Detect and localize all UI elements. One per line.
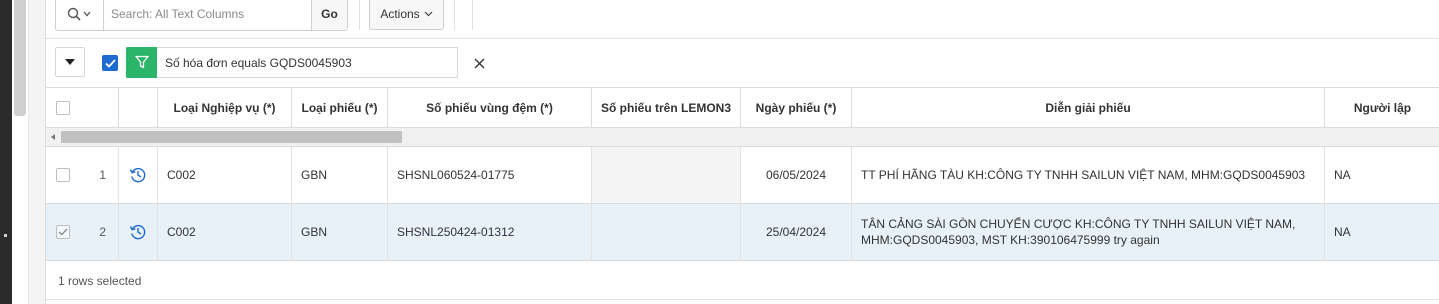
cell-so-phieu-lemon3[interactable]	[592, 204, 741, 260]
table-row[interactable]: 1 C002 GBN SHSNL060524-01775 06/05/2024 …	[46, 147, 1439, 204]
actions-menu-button[interactable]: Actions	[369, 0, 444, 30]
filter-enable-checkbox[interactable]	[102, 55, 118, 71]
cell-dien-giai-phieu[interactable]: TÂN CẢNG SÀI GÒN CHUYỂN CƯỢC KH:CÔNG TY …	[852, 204, 1325, 260]
row-action-cell	[119, 204, 158, 260]
cell-ngay-phieu[interactable]: 25/04/2024	[741, 204, 852, 260]
cell-so-phieu-vung-dem[interactable]: SHSNL250424-01312	[388, 204, 592, 260]
row-action-cell	[119, 147, 158, 203]
cell-loai-phieu[interactable]: GBN	[292, 204, 388, 260]
history-icon[interactable]	[129, 166, 147, 184]
cell-dien-giai-phieu[interactable]: TT PHÍ HÃNG TÀU KH:CÔNG TY TNHH SAILUN V…	[852, 147, 1325, 203]
cell-nguoi-lap[interactable]: NA	[1325, 204, 1439, 260]
strip-marker	[4, 234, 7, 237]
grid-header: Loại Nghiệp vụ (*) Loại phiếu (*) Số phi…	[46, 88, 1439, 128]
row-select-cell	[46, 147, 82, 203]
remove-filter-button[interactable]	[470, 54, 488, 72]
column-header-dien-giai-phieu[interactable]: Diễn giải phiếu	[852, 88, 1325, 127]
filter-icon	[134, 55, 149, 69]
header-action-column	[119, 88, 158, 127]
cell-loai-phieu[interactable]: GBN	[292, 147, 388, 203]
cell-loai-nghiep-vu[interactable]: C002	[158, 204, 292, 260]
actions-label: Actions	[380, 6, 420, 21]
search-icon	[67, 7, 90, 21]
filter-chip[interactable]: Số hóa đơn equals GQDS0045903	[126, 46, 458, 78]
cell-so-phieu-lemon3[interactable]	[592, 147, 741, 203]
cell-so-phieu-vung-dem[interactable]: SHSNL060524-01775	[388, 147, 592, 203]
vertical-scrollbar[interactable]	[12, 0, 29, 304]
search-group: Go	[55, 0, 348, 31]
cell-ngay-phieu[interactable]: 06/05/2024	[741, 147, 852, 203]
select-all-cell	[46, 88, 118, 127]
caret-down-icon	[65, 59, 75, 65]
checkmark-icon	[58, 228, 68, 236]
column-header-ngay-phieu[interactable]: Ngày phiếu (*)	[741, 88, 852, 127]
search-input[interactable]	[104, 0, 311, 30]
toolbar-divider	[472, 0, 473, 30]
left-dark-strip	[0, 0, 12, 304]
selection-count: 1 rows selected	[58, 273, 142, 288]
go-button[interactable]: Go	[311, 0, 347, 30]
search-column-chooser[interactable]	[56, 0, 104, 30]
row-number: 1	[82, 147, 119, 203]
collapse-filters-button[interactable]	[55, 47, 85, 77]
filter-icon-box	[126, 46, 157, 78]
column-header-loai-phieu[interactable]: Loại phiếu (*)	[292, 88, 388, 127]
row-select-cell	[46, 204, 82, 260]
column-header-so-phieu-vung-dem[interactable]: Số phiếu vùng đệm (*)	[388, 88, 592, 127]
filter-text: Số hóa đơn equals GQDS0045903	[165, 55, 352, 70]
cell-nguoi-lap[interactable]: NA	[1325, 147, 1439, 203]
row-checkbox[interactable]	[56, 168, 70, 182]
column-header-so-phieu-lemon3[interactable]: Số phiếu trên LEMON3	[592, 88, 741, 127]
cell-loai-nghiep-vu[interactable]: C002	[158, 147, 292, 203]
column-header-loai-nghiep-vu[interactable]: Loại Nghiệp vụ (*)	[158, 88, 292, 127]
grid-toolbar: Go Actions	[46, 0, 1439, 39]
checkmark-icon	[104, 58, 116, 68]
page-gutter	[29, 0, 45, 304]
row-checkbox[interactable]	[56, 225, 70, 239]
column-header-nguoi-lap[interactable]: Người lập	[1325, 88, 1439, 127]
table-row[interactable]: 2 C002 GBN SHSNL250424-01312 25/04/2024 …	[46, 204, 1439, 261]
grid-footer: 1 rows selected	[46, 262, 1439, 300]
select-all-checkbox[interactable]	[56, 100, 70, 115]
horizontal-scrollbar[interactable]	[46, 128, 1439, 147]
horizontal-scrollbar-thumb[interactable]	[61, 131, 402, 143]
filter-bar: Số hóa đơn equals GQDS0045903	[46, 38, 1439, 88]
close-icon	[474, 58, 484, 68]
vertical-scrollbar-thumb[interactable]	[14, 0, 26, 116]
row-number: 2	[82, 204, 119, 260]
toolbar-divider	[454, 0, 455, 30]
scroll-left-arrow[interactable]	[51, 134, 55, 140]
chevron-down-icon	[424, 11, 433, 16]
interactive-grid-region: Go Actions Số hóa đơn equals GQDS0045903	[45, 0, 1439, 304]
history-icon[interactable]	[129, 223, 147, 241]
toolbar-divider	[359, 0, 360, 30]
